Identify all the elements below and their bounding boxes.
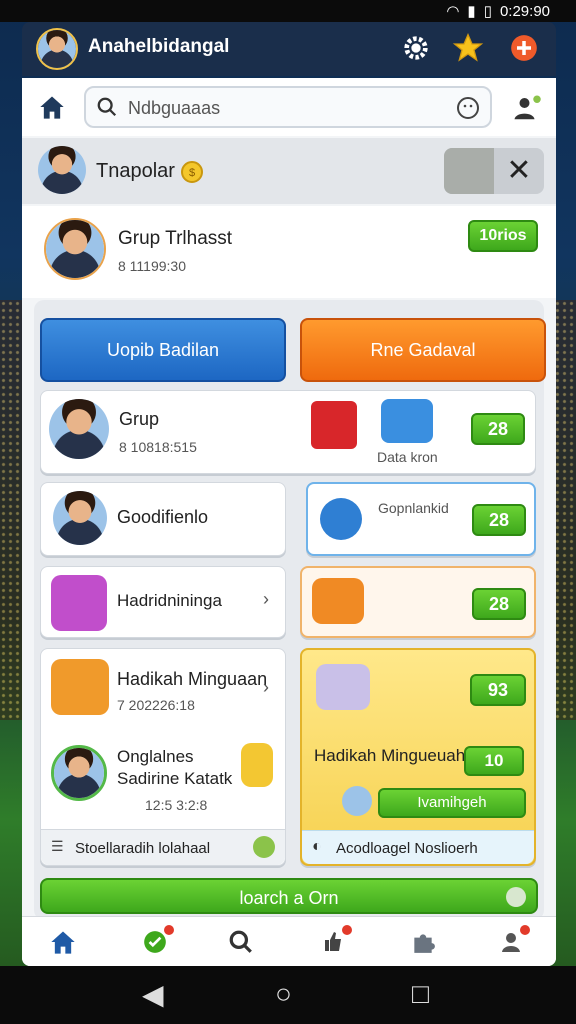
add-icon[interactable] <box>508 32 540 64</box>
content-panel: Uopib Badilan Rne Gadaval Grup 8 10818:5… <box>34 300 546 920</box>
check-icon <box>506 887 526 907</box>
grup-avatar <box>49 399 109 459</box>
clock: 0:29:90 <box>499 2 550 20</box>
chevron-right-icon[interactable]: › <box>263 677 269 698</box>
hadui-card[interactable]: Hadridnininga › <box>40 566 286 638</box>
coin-icon: $ <box>180 160 204 189</box>
system-nav-bar: ◀ ○ □ <box>0 966 576 1024</box>
ongral-subtitle: 12:5 3:2:8 <box>145 797 208 813</box>
header-title: Tnapolar <box>96 160 175 182</box>
primary-cta-button[interactable]: loarch a Orn <box>40 878 538 914</box>
gear-badge-icon <box>320 498 362 540</box>
goodi-avatar <box>53 491 107 545</box>
hadiah-subtitle: 7 202226:18 <box>117 697 195 713</box>
user-avatar[interactable] <box>36 28 78 70</box>
goodi-title: Goodifienlo <box>117 507 209 527</box>
status-bar: ◠ ▮ ▯ 0:29:90 <box>0 0 576 22</box>
smiley-icon[interactable] <box>456 96 480 125</box>
yellow-card[interactable]: 93 Hadikah Mingueuah 10 Ivamihgeh ◐ Acod… <box>300 648 536 866</box>
nav-puzzle-icon[interactable] <box>408 927 438 957</box>
nav-check-icon[interactable] <box>140 925 174 957</box>
mini-avatar <box>342 786 372 816</box>
stadium-bg-left <box>0 300 22 720</box>
orange-card[interactable]: 28 <box>300 566 536 638</box>
gift-box-icon <box>316 664 370 710</box>
home-circle-icon[interactable]: ○ <box>275 978 292 1010</box>
gopn-badge[interactable]: 28 <box>472 504 526 536</box>
group-subtitle: 8 11199:30 <box>118 258 186 274</box>
chevron-right-icon[interactable]: › <box>263 589 269 610</box>
stadium-bg-right <box>554 300 576 720</box>
header-avatar <box>38 146 86 194</box>
hadiah-title: Hadikah Minguaan <box>117 669 268 689</box>
user-add-icon[interactable] <box>512 94 542 127</box>
bottom-left-label: Stoellaradih lolahaal <box>75 840 211 857</box>
bottom-left-bar[interactable]: ☰ Stoellaradih lolahaal <box>41 829 285 865</box>
grup-subtitle: 8 10818:515 <box>119 439 197 455</box>
group-header-card[interactable]: Grup Trlhasst 8 11199:30 10rios <box>22 206 556 298</box>
close-icon[interactable]: ✕ <box>494 148 544 194</box>
gift-stack-icon <box>312 578 364 624</box>
search-input[interactable]: Ndbguaaas <box>84 86 492 128</box>
gopn-card[interactable]: Gopnlankid 28 <box>306 482 536 556</box>
moon-icon: ◐ <box>312 838 322 855</box>
ongral-line1: Onglalnes <box>117 747 194 766</box>
bottom-right-label: Acodloagel Noslioerh <box>336 840 478 857</box>
gift-badge[interactable]: 28 <box>471 413 525 445</box>
gopn-title: Gopnlankid <box>378 500 449 516</box>
star-icon[interactable] <box>452 32 484 64</box>
gift-icon <box>311 401 357 449</box>
blue-action-button[interactable]: Uopib Badilan <box>40 318 286 382</box>
hadui-title: Hadridnininga <box>117 591 222 610</box>
orange-button-label: Rne Gadaval <box>370 339 476 360</box>
yellow-badge[interactable]: 93 <box>470 674 526 706</box>
list-icon: ☰ <box>51 838 64 854</box>
recents-icon[interactable]: □ <box>412 978 429 1010</box>
grup-title: Grup <box>119 409 160 429</box>
dino-icon[interactable] <box>444 148 494 194</box>
green-pill[interactable]: Ivamihgeh <box>378 788 526 818</box>
battery-icon: ▯ <box>483 3 492 20</box>
gear-icon[interactable] <box>400 32 432 64</box>
svg-text:$: $ <box>189 167 195 179</box>
check-icon <box>253 836 275 858</box>
coin-badge[interactable]: 10 <box>464 746 524 776</box>
orange-action-button[interactable]: Rne Gadaval <box>300 318 546 382</box>
signal-icon: ▮ <box>467 3 476 20</box>
top-bar: Anahelbidangal <box>22 22 556 76</box>
ongral-line2: Sadirine Katatk <box>117 769 233 788</box>
nav-profile-icon[interactable] <box>496 925 530 957</box>
search-row: Ndbguaaas <box>22 78 556 136</box>
search-placeholder: Ndbguaaas <box>128 98 221 118</box>
bottom-right-bar[interactable]: ◐ Acodloagel Noslioerh <box>302 830 534 864</box>
grup-card[interactable]: Grup 8 10818:515 Data kron 28 <box>40 390 536 474</box>
group-title: Grup Trlhasst <box>118 228 233 249</box>
goodi-card[interactable]: Goodifienlo <box>40 482 286 556</box>
ongral-avatar <box>51 745 107 801</box>
search-icon <box>96 96 118 123</box>
hadiah-card[interactable]: Hadikah Minguaan 7 202226:18 › Onglalnes… <box>40 648 286 866</box>
robot-icon <box>51 575 107 631</box>
gift-label: Data kron <box>377 449 438 465</box>
gift-box-icon <box>381 399 433 443</box>
back-icon[interactable]: ◀ <box>142 978 164 1011</box>
group-badge[interactable]: 10rios <box>468 220 538 252</box>
header-action-box: ✕ <box>444 148 544 194</box>
box-icon <box>51 659 109 715</box>
username: Anahelbidangal <box>88 36 230 57</box>
yellow-title: Hadikah Mingueuah <box>314 746 466 765</box>
wifi-icon: ◠ <box>446 3 460 20</box>
section-header: Tnapolar $ ✕ <box>22 138 556 204</box>
group-avatar <box>44 218 106 280</box>
bottom-nav <box>22 916 556 966</box>
nav-home-icon[interactable] <box>48 927 78 957</box>
cta-label: loarch a Orn <box>239 888 339 908</box>
nav-thumbs-icon[interactable] <box>318 925 352 957</box>
jar-icon <box>241 743 273 787</box>
orange-card-badge[interactable]: 28 <box>472 588 526 620</box>
nav-search-icon[interactable] <box>226 927 256 957</box>
main-panel: Ndbguaaas Tnapolar $ ✕ Grup Trlhasst 8 1… <box>22 78 556 966</box>
blue-button-label: Uopib Badilan <box>106 339 220 360</box>
home-icon[interactable] <box>38 94 66 125</box>
